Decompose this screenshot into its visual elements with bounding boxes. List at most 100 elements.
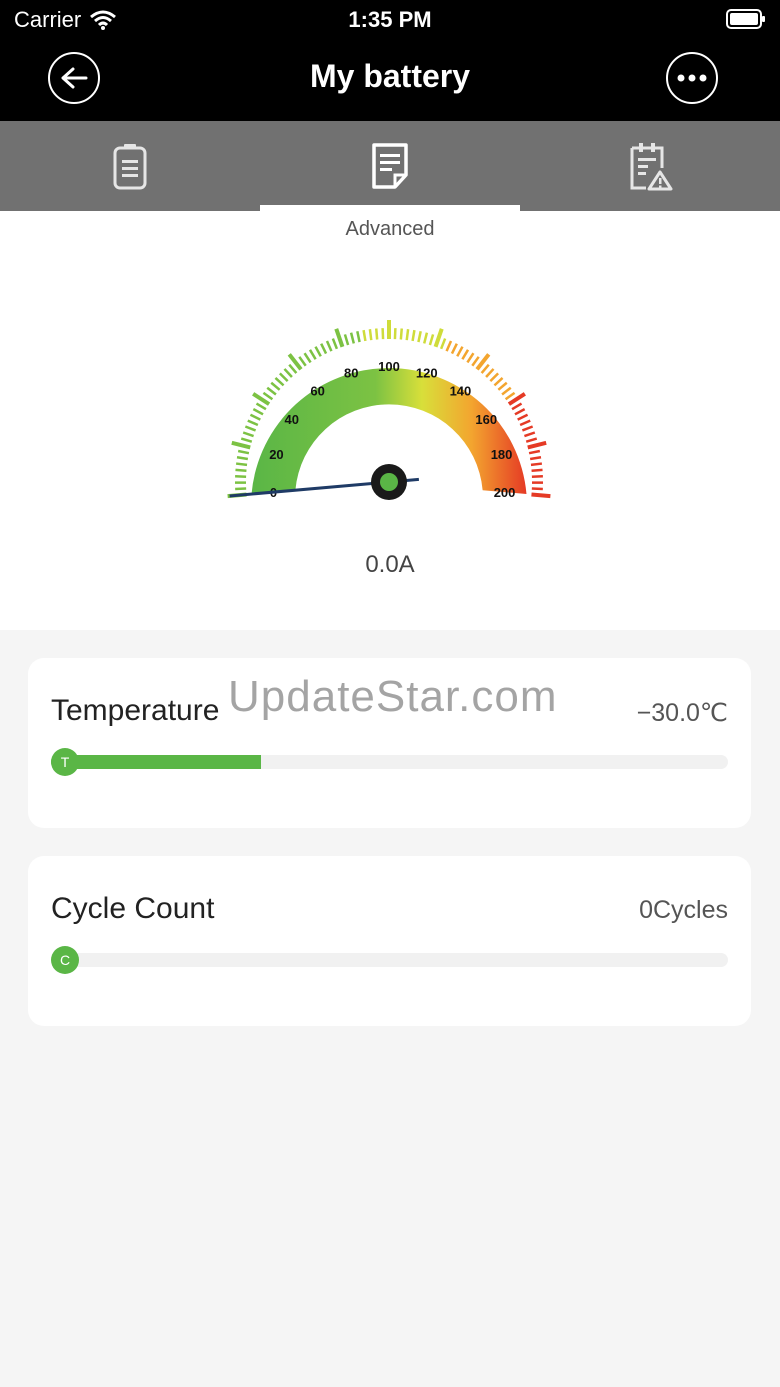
gauge-tick	[375, 328, 379, 340]
current-gauge: 020406080100120140160180200	[227, 320, 551, 500]
gauge-tick	[471, 356, 480, 367]
gauge-tick	[497, 381, 508, 391]
gauge-tick	[331, 338, 339, 350]
tab-bar	[0, 121, 780, 211]
gauge-tick	[235, 487, 247, 491]
gauge-tick	[439, 338, 447, 350]
gauge-tick	[489, 372, 500, 382]
gauge-tick	[521, 425, 534, 432]
gauge-tick	[270, 381, 281, 391]
gauge-tick	[356, 331, 361, 343]
gauge-tick-label: 100	[378, 359, 400, 374]
cycle-count-knob: C	[51, 946, 79, 974]
cycle-count-value: 0Cycles	[639, 896, 728, 924]
gauge-tick	[255, 402, 267, 411]
gauge-tick	[262, 391, 274, 401]
gauge-tick	[237, 449, 250, 455]
gauge-tick	[247, 419, 259, 427]
gauge-tick	[274, 377, 285, 387]
gauge-tick	[362, 329, 367, 342]
nav-bar: My battery	[0, 40, 780, 121]
more-button[interactable]	[666, 52, 718, 104]
gauge-tick	[349, 332, 356, 344]
gauge-tick	[519, 419, 531, 427]
gauge-tick	[235, 468, 247, 473]
gauge-tick	[504, 391, 516, 401]
cycle-count-label: Cycle Count	[51, 892, 215, 925]
gauge-tick	[314, 346, 322, 357]
gauge-tick	[493, 377, 504, 387]
gauge-tick	[466, 352, 475, 364]
gauge-tick	[242, 431, 254, 438]
gauge-tick	[529, 456, 542, 461]
more-dots-icon	[677, 74, 707, 82]
gauge-tick	[249, 413, 261, 421]
gauge-tick	[511, 402, 523, 411]
gauge-tick	[343, 334, 350, 346]
gauge-tick-label: 80	[344, 365, 358, 380]
tab-battery[interactable]	[0, 121, 260, 211]
gauge-tick	[303, 352, 312, 364]
gauge-tick	[334, 328, 345, 348]
document-icon	[372, 143, 408, 189]
gauge-tick	[252, 408, 264, 416]
gauge-tick	[399, 328, 403, 340]
gauge-tick	[531, 492, 551, 499]
gauge-tick	[530, 462, 543, 467]
gauge-tick	[445, 340, 453, 352]
battery-status-icon	[726, 9, 765, 29]
cycle-count-card: Cycle Count 0Cycles C	[28, 856, 751, 1026]
gauge-tick	[288, 363, 298, 374]
gauge-tick	[531, 468, 543, 473]
gauge-tick	[480, 363, 490, 374]
gauge-panel: Advanced 020406080100120140160180200 0.0…	[0, 211, 780, 630]
gauge-tick	[524, 431, 536, 438]
gauge-tick-label: 180	[491, 447, 513, 462]
gauge-tick	[411, 329, 416, 342]
gauge-tick	[231, 440, 251, 450]
tab-advanced[interactable]	[260, 121, 520, 211]
temperature-label: Temperature	[51, 694, 220, 727]
alert-document-icon	[630, 143, 673, 191]
tab-alerts[interactable]	[520, 121, 780, 211]
page-title: My battery	[309, 58, 471, 94]
gauge-tick	[325, 340, 333, 352]
gauge-tick	[308, 349, 317, 360]
gauge-tick	[422, 332, 429, 344]
gauge-tick	[525, 437, 538, 443]
gauge-tick	[461, 349, 470, 360]
watermark: UpdateStar.com	[228, 672, 558, 721]
gauge-tick-label: 160	[475, 412, 497, 427]
gauge-tick	[531, 487, 543, 491]
temperature-knob: T	[51, 748, 79, 776]
gauge-tick	[528, 449, 541, 455]
gauge-tick	[244, 425, 257, 432]
cycle-count-track: C	[51, 946, 728, 974]
gauge-tick	[320, 343, 328, 355]
battery-icon	[113, 144, 147, 190]
gauge-tick	[236, 456, 249, 461]
gauge-tick-label: 200	[494, 485, 516, 500]
gauge-tick	[456, 346, 464, 357]
gauge-tick	[235, 462, 248, 467]
gauge-tick	[517, 413, 529, 421]
status-bar: Carrier 1:35 PM	[0, 0, 780, 40]
current-readout: 0.0A	[365, 551, 415, 578]
temperature-value: −30.0℃	[636, 699, 728, 727]
gauge-tick-label: 20	[269, 447, 283, 462]
gauge-tick	[428, 334, 435, 346]
clock: 1:35 PM	[348, 7, 432, 32]
temperature-track: T	[51, 748, 728, 776]
gauge-tick	[450, 343, 458, 355]
gauge-tick-label: 60	[310, 384, 324, 399]
gauge-tick	[240, 437, 253, 443]
gauge-tick	[527, 440, 547, 450]
tab-caption: Advanced	[345, 218, 435, 240]
gauge-tick	[368, 329, 373, 341]
gauge-tick	[485, 368, 495, 378]
gauge-tick	[298, 356, 307, 367]
gauge-tick	[514, 408, 526, 416]
gauge-tick	[405, 329, 410, 341]
gauge-tick	[266, 386, 277, 396]
gauge-hub-center	[380, 473, 398, 491]
